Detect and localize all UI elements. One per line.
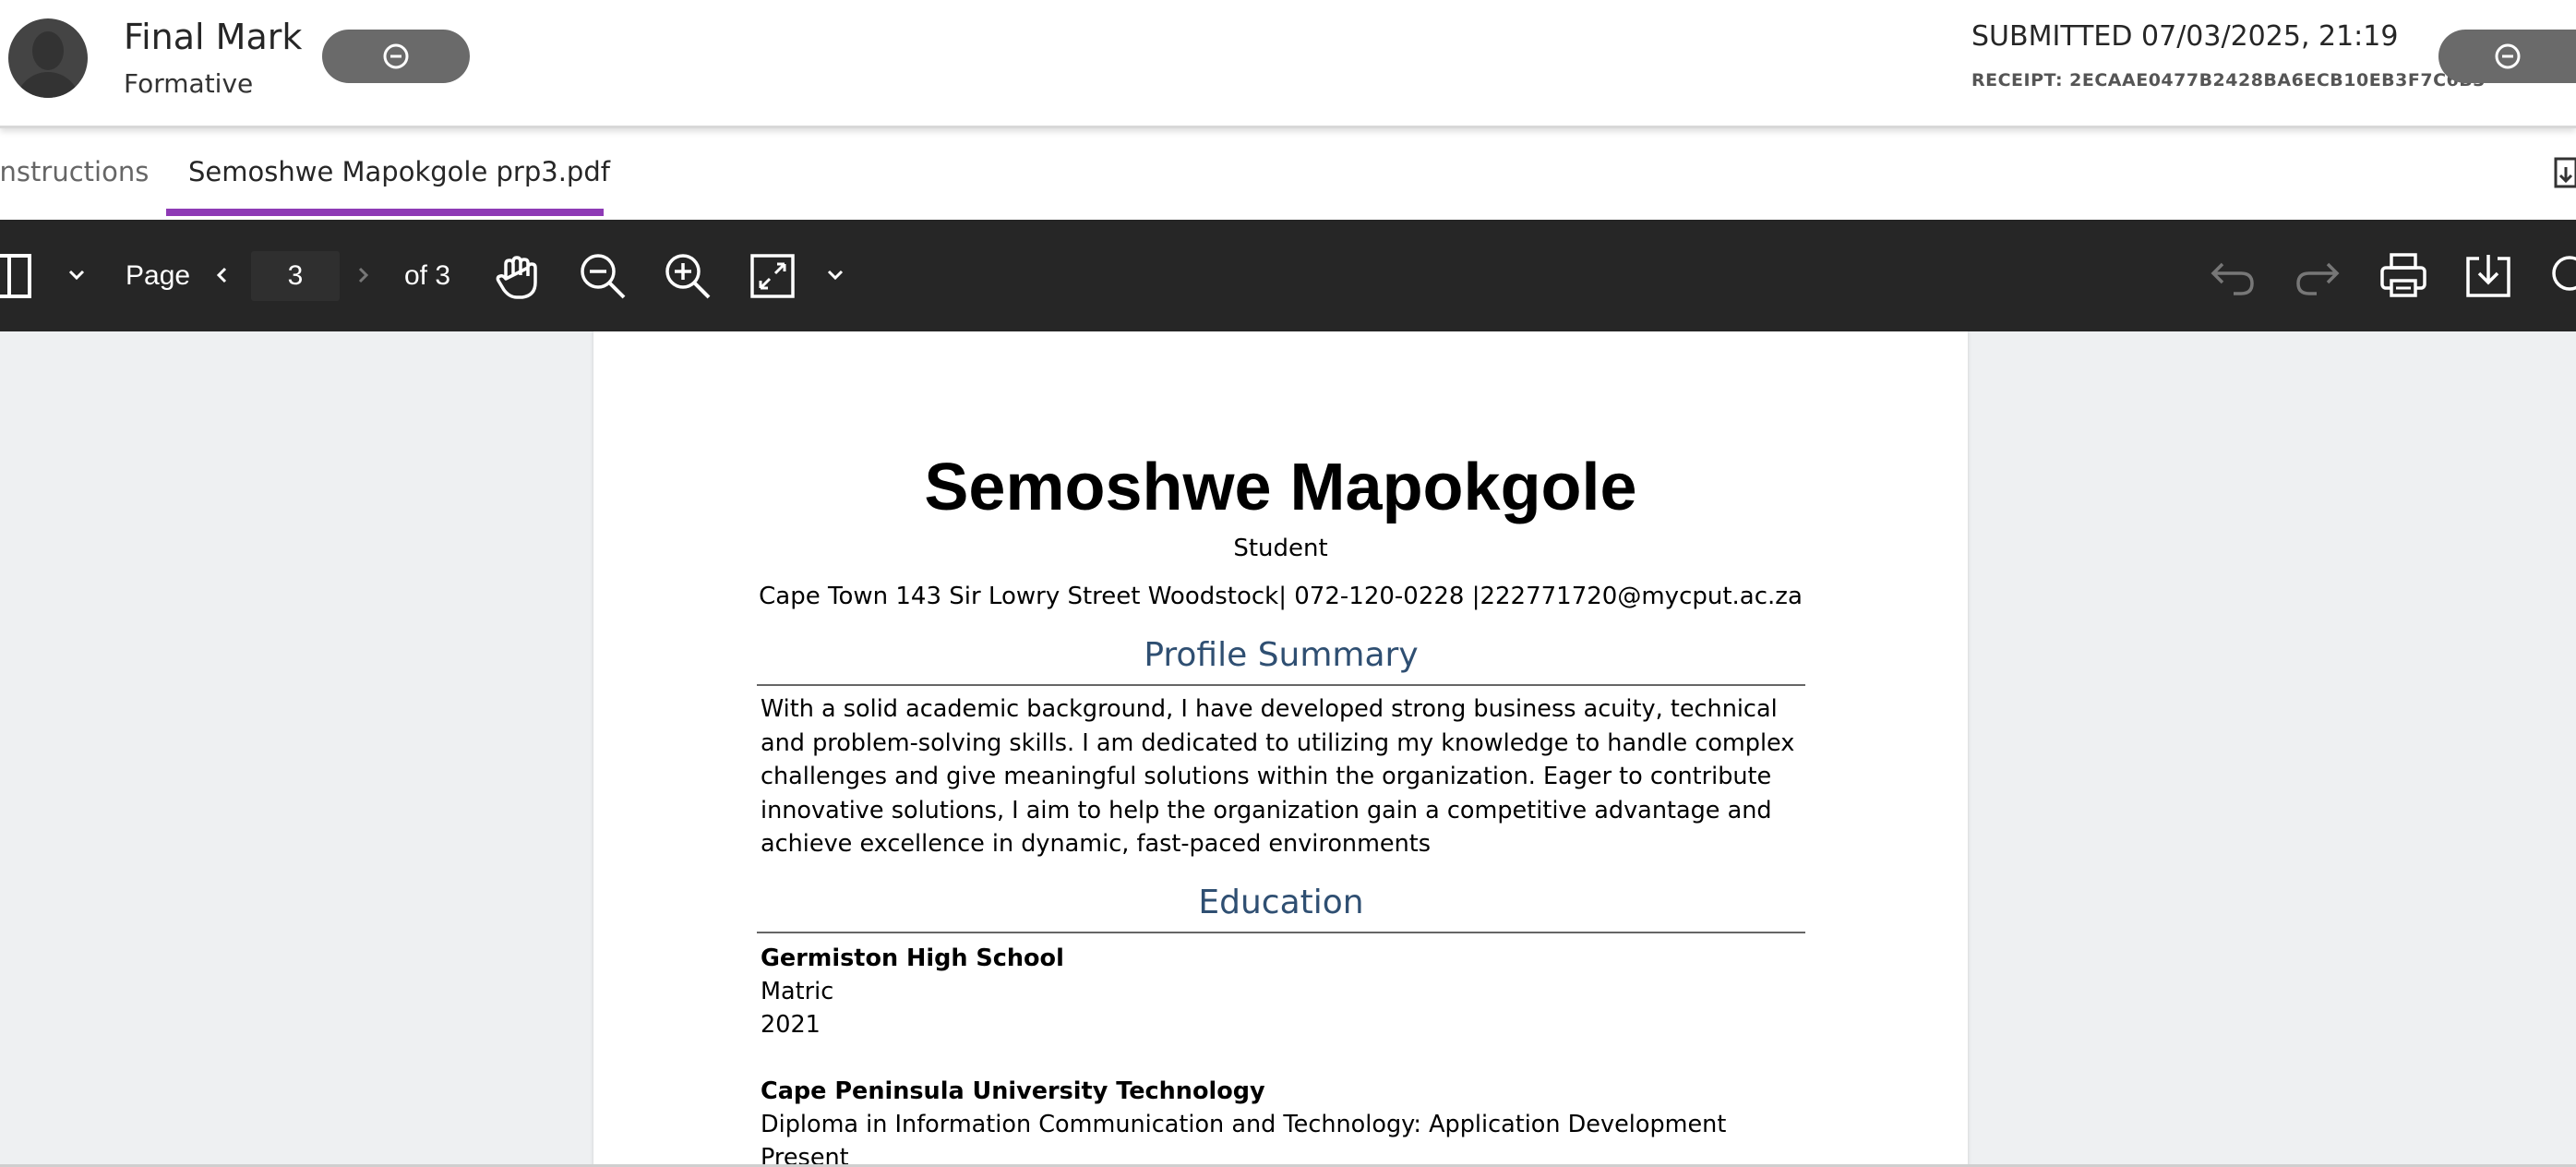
zoom-in-icon[interactable] <box>663 251 713 301</box>
fit-page-icon[interactable] <box>749 253 796 299</box>
next-page-icon[interactable] <box>353 260 372 290</box>
minus-circle-icon <box>2495 43 2521 69</box>
education-year: Present <box>761 1144 849 1164</box>
section-divider <box>757 684 1805 686</box>
receipt-id: RECEIPT: 2ECAAE0477B2428BA6ECB10EB3F7C6B… <box>1971 70 2486 90</box>
collapse-left-button[interactable] <box>322 30 470 83</box>
download-icon[interactable] <box>2464 251 2512 299</box>
education-qualification: Diploma in Information Communication and… <box>761 1111 1727 1138</box>
previous-page-icon[interactable] <box>213 260 232 290</box>
hand-tool-icon[interactable] <box>493 251 543 301</box>
tab-pdf-file[interactable]: Semoshwe Mapokgole prp3.pdf <box>188 156 610 187</box>
profile-summary-heading: Profile Summary <box>1144 636 1419 674</box>
profile-summary-text: With a solid academic background, I have… <box>761 695 1795 858</box>
page-label: Page <box>126 260 191 291</box>
print-icon[interactable] <box>2379 251 2427 299</box>
section-divider <box>757 932 1805 933</box>
education-school: Germiston High School <box>761 944 1064 972</box>
avatar <box>8 18 88 98</box>
sidebar-toggle-icon[interactable] <box>0 253 37 299</box>
pdf-page: Semoshwe Mapokgole Student Cape Town 143… <box>593 331 1968 1164</box>
page-subtitle: Formative <box>124 68 254 99</box>
submitted-timestamp: SUBMITTED 07/03/2025, 21:19 <box>1971 20 2399 53</box>
submission-header: Final Mark Formative SUBMITTED 07/03/202… <box>0 0 2576 128</box>
undo-icon[interactable] <box>2210 257 2256 297</box>
chevron-down-icon[interactable] <box>825 266 845 284</box>
resume-name: Semoshwe Mapokgole <box>924 451 1637 524</box>
education-school: Cape Peninsula University Technology <box>761 1077 1265 1105</box>
pdf-viewer-toolbar: Page 3 of 3 <box>0 220 2576 331</box>
education-qualification: Matric <box>761 978 834 1005</box>
resume-contact: Cape Town 143 Sir Lowry Street Woodstock… <box>759 583 1803 610</box>
document-viewport[interactable]: Semoshwe Mapokgole Student Cape Town 143… <box>0 331 2576 1164</box>
zoom-out-icon[interactable] <box>578 251 628 301</box>
resume-role: Student <box>1233 535 1328 562</box>
page-total: of 3 <box>404 260 451 291</box>
tab-bar: Instructions Semoshwe Mapokgole prp3.pdf <box>0 128 2576 220</box>
minus-circle-icon <box>383 43 409 69</box>
tab-instructions[interactable]: Instructions <box>0 156 149 187</box>
page-title: Final Mark <box>124 17 303 57</box>
search-icon[interactable] <box>2549 253 2576 299</box>
chevron-down-icon[interactable] <box>66 266 87 284</box>
education-year: 2021 <box>761 1011 821 1039</box>
active-tab-indicator <box>166 209 604 216</box>
document-download-icon[interactable] <box>2553 156 2576 191</box>
redo-icon[interactable] <box>2294 257 2341 297</box>
education-heading: Education <box>1198 884 1364 921</box>
page-number-input[interactable]: 3 <box>251 251 340 301</box>
collapse-right-button[interactable] <box>2438 30 2576 83</box>
